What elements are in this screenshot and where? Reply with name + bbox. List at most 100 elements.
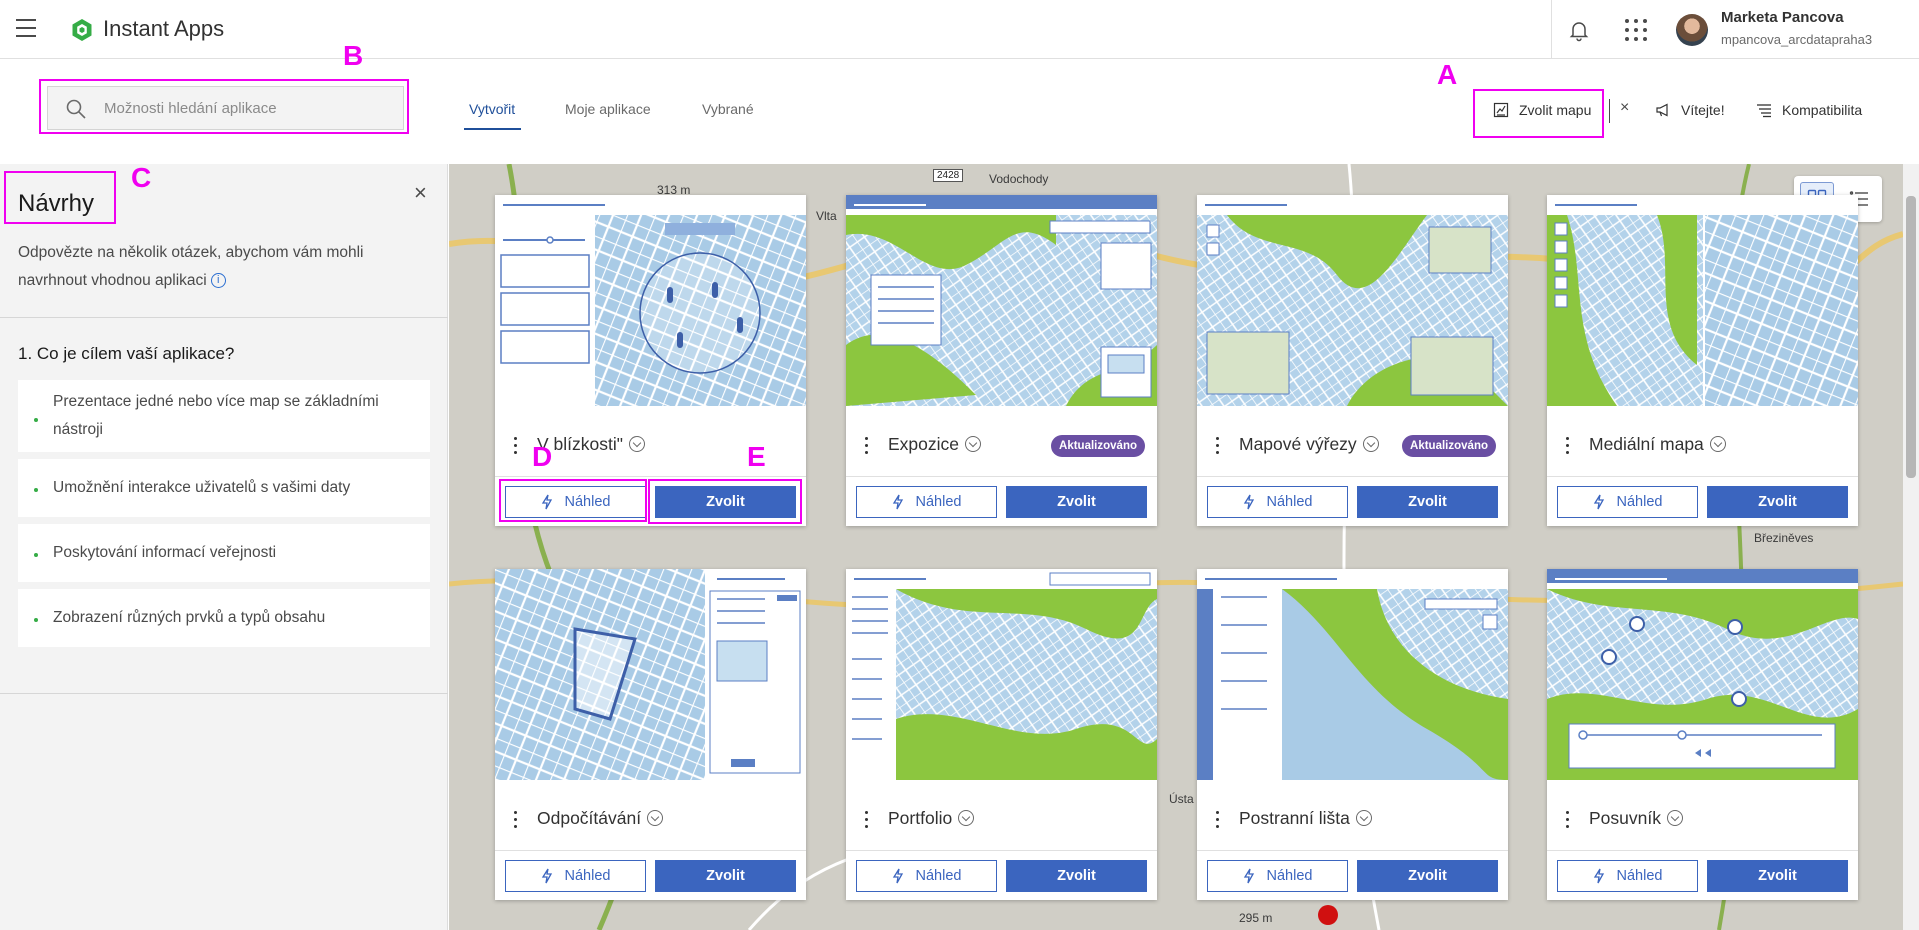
- chevron-down-icon[interactable]: [1355, 810, 1372, 827]
- annotation-box-d: [499, 479, 647, 522]
- preview-button[interactable]: Náhled: [1557, 860, 1698, 892]
- app-launcher-icon[interactable]: [1625, 19, 1647, 41]
- panel-close-icon[interactable]: ×: [414, 180, 427, 206]
- annotation-box-e: [648, 479, 802, 524]
- app-card[interactable]: Portfolio Náhled Zvolit: [846, 569, 1157, 900]
- card-title[interactable]: Mapové výřezy: [1239, 434, 1379, 455]
- card-kebab-icon[interactable]: [1566, 437, 1570, 455]
- annotation-label-a: A: [1437, 59, 1458, 90]
- app-card[interactable]: V blízkosti" Náhled Zvolit: [495, 195, 806, 526]
- bell-icon[interactable]: [1567, 18, 1591, 42]
- card-title[interactable]: Portfolio: [888, 808, 975, 829]
- welcome-button[interactable]: Vítejte!: [1655, 99, 1725, 121]
- tab-featured[interactable]: Vybrané: [702, 101, 754, 117]
- card-title[interactable]: Postranní lišta: [1239, 808, 1372, 829]
- select-button[interactable]: Zvolit: [1707, 860, 1848, 892]
- tab-my-apps[interactable]: Moje aplikace: [565, 101, 651, 117]
- card-title[interactable]: Posuvník: [1589, 808, 1683, 829]
- card-kebab-icon[interactable]: [514, 437, 518, 455]
- card-divider: [846, 850, 1157, 851]
- option-bullet: [34, 418, 38, 422]
- card-title[interactable]: Mediální mapa: [1589, 434, 1726, 455]
- preview-button[interactable]: Náhled: [856, 860, 997, 892]
- preview-label: Náhled: [564, 868, 611, 884]
- chevron-down-icon[interactable]: [628, 436, 645, 453]
- chevron-down-icon[interactable]: [1362, 436, 1379, 453]
- card-divider: [495, 850, 806, 851]
- top-app-bar: Instant Apps Marketa Pancova mpancova_ar…: [0, 0, 1919, 59]
- chevron-down-icon[interactable]: [1666, 810, 1683, 827]
- card-kebab-icon[interactable]: [865, 811, 869, 829]
- card-thumbnail: [495, 569, 806, 780]
- card-title-text: Postranní lišta: [1239, 808, 1350, 828]
- question-label: 1. Co je cílem vaší aplikace?: [18, 344, 235, 363]
- app-card[interactable]: Mediální mapa Náhled Zvolit: [1547, 195, 1858, 526]
- card-thumbnail: [846, 195, 1157, 406]
- tab-create[interactable]: Vytvořit: [469, 101, 515, 117]
- app-card[interactable]: Postranní lišta Náhled Zvolit: [1197, 569, 1508, 900]
- option-present-maps[interactable]: Prezentace jedné nebo více map se základ…: [18, 380, 430, 452]
- app-title: Instant Apps: [103, 16, 225, 41]
- preview-button[interactable]: Náhled: [1207, 860, 1348, 892]
- avatar[interactable]: [1676, 14, 1708, 46]
- panel-divider: [0, 317, 448, 318]
- hamburger-menu-icon[interactable]: [16, 19, 36, 37]
- card-title[interactable]: Expozice: [888, 434, 982, 455]
- annotation-label-b: B: [343, 40, 364, 71]
- select-button[interactable]: Zvolit: [655, 860, 796, 892]
- preview-label: Náhled: [1616, 494, 1663, 510]
- option-display-content[interactable]: Zobrazení různých prvků a typů obsahu: [18, 589, 430, 647]
- lightning-icon: [1593, 494, 1604, 510]
- user-name[interactable]: Marketa Pancova: [1721, 9, 1844, 26]
- app-card[interactable]: Posuvník Náhled Zvolit: [1547, 569, 1858, 900]
- select-button[interactable]: Zvolit: [1707, 486, 1848, 518]
- preview-button[interactable]: Náhled: [1557, 486, 1698, 518]
- toolbar-separator: [1609, 99, 1610, 123]
- megaphone-icon: [1656, 103, 1668, 117]
- select-button[interactable]: Zvolit: [1006, 486, 1147, 518]
- preview-button[interactable]: Náhled: [1207, 486, 1348, 518]
- preview-label: Náhled: [1616, 868, 1663, 884]
- card-title-text: Expozice: [888, 434, 960, 454]
- card-title[interactable]: V blízkosti": [537, 434, 645, 455]
- chevron-down-icon[interactable]: [965, 436, 982, 453]
- lightning-icon: [1243, 868, 1254, 884]
- filter-list-icon: [1757, 104, 1771, 118]
- active-tab-indicator: [464, 128, 521, 130]
- panel-description: Odpovězte na několik otázek, abychom vám…: [18, 239, 413, 295]
- option-user-interaction[interactable]: Umožnění interakce uživatelů s vašimi da…: [18, 459, 430, 517]
- gallery-scrollbar-thumb[interactable]: [1906, 196, 1916, 478]
- chevron-down-icon[interactable]: [1709, 436, 1726, 453]
- preview-button[interactable]: Náhled: [856, 486, 997, 518]
- card-divider: [846, 476, 1157, 477]
- select-button[interactable]: Zvolit: [1006, 860, 1147, 892]
- card-divider: [1547, 850, 1858, 851]
- chevron-down-icon[interactable]: [958, 810, 975, 827]
- card-kebab-icon[interactable]: [1566, 811, 1570, 829]
- suggestions-panel: Návrhy × Odpovězte na několik otázek, ab…: [0, 164, 448, 930]
- card-kebab-icon[interactable]: [1216, 437, 1220, 455]
- card-title[interactable]: Odpočítávání: [537, 808, 664, 829]
- compatibility-button[interactable]: Kompatibilita: [1756, 99, 1862, 121]
- card-kebab-icon[interactable]: [514, 811, 518, 829]
- option-public-information[interactable]: Poskytování informací veřejnosti: [18, 524, 430, 582]
- map-road-number: 2428: [933, 169, 964, 182]
- map-place-label: Březiněves: [1754, 531, 1814, 545]
- app-card[interactable]: Expozice Aktualizováno Náhled Zvolit: [846, 195, 1157, 526]
- app-card[interactable]: Odpočítávání Náhled Zvolit: [495, 569, 806, 900]
- card-title-text: Mapové výřezy: [1239, 434, 1357, 454]
- option-label: Zobrazení různých prvků a typů obsahu: [53, 609, 326, 626]
- card-kebab-icon[interactable]: [865, 437, 869, 455]
- clear-map-close-icon[interactable]: ×: [1620, 99, 1629, 117]
- select-button[interactable]: Zvolit: [1357, 860, 1498, 892]
- chevron-down-icon[interactable]: [647, 810, 664, 827]
- select-button[interactable]: Zvolit: [1357, 486, 1498, 518]
- info-icon[interactable]: i: [210, 273, 226, 289]
- app-card[interactable]: Mapové výřezy Aktualizováno Náhled Zvoli…: [1197, 195, 1508, 526]
- preview-button[interactable]: Náhled: [505, 860, 646, 892]
- annotation-box-c: [4, 171, 116, 224]
- option-bullet: [34, 553, 38, 557]
- card-kebab-icon[interactable]: [1216, 811, 1220, 829]
- card-thumbnail: [1197, 195, 1508, 406]
- panel-description-text: Odpovězte na několik otázek, abychom vám…: [18, 244, 364, 289]
